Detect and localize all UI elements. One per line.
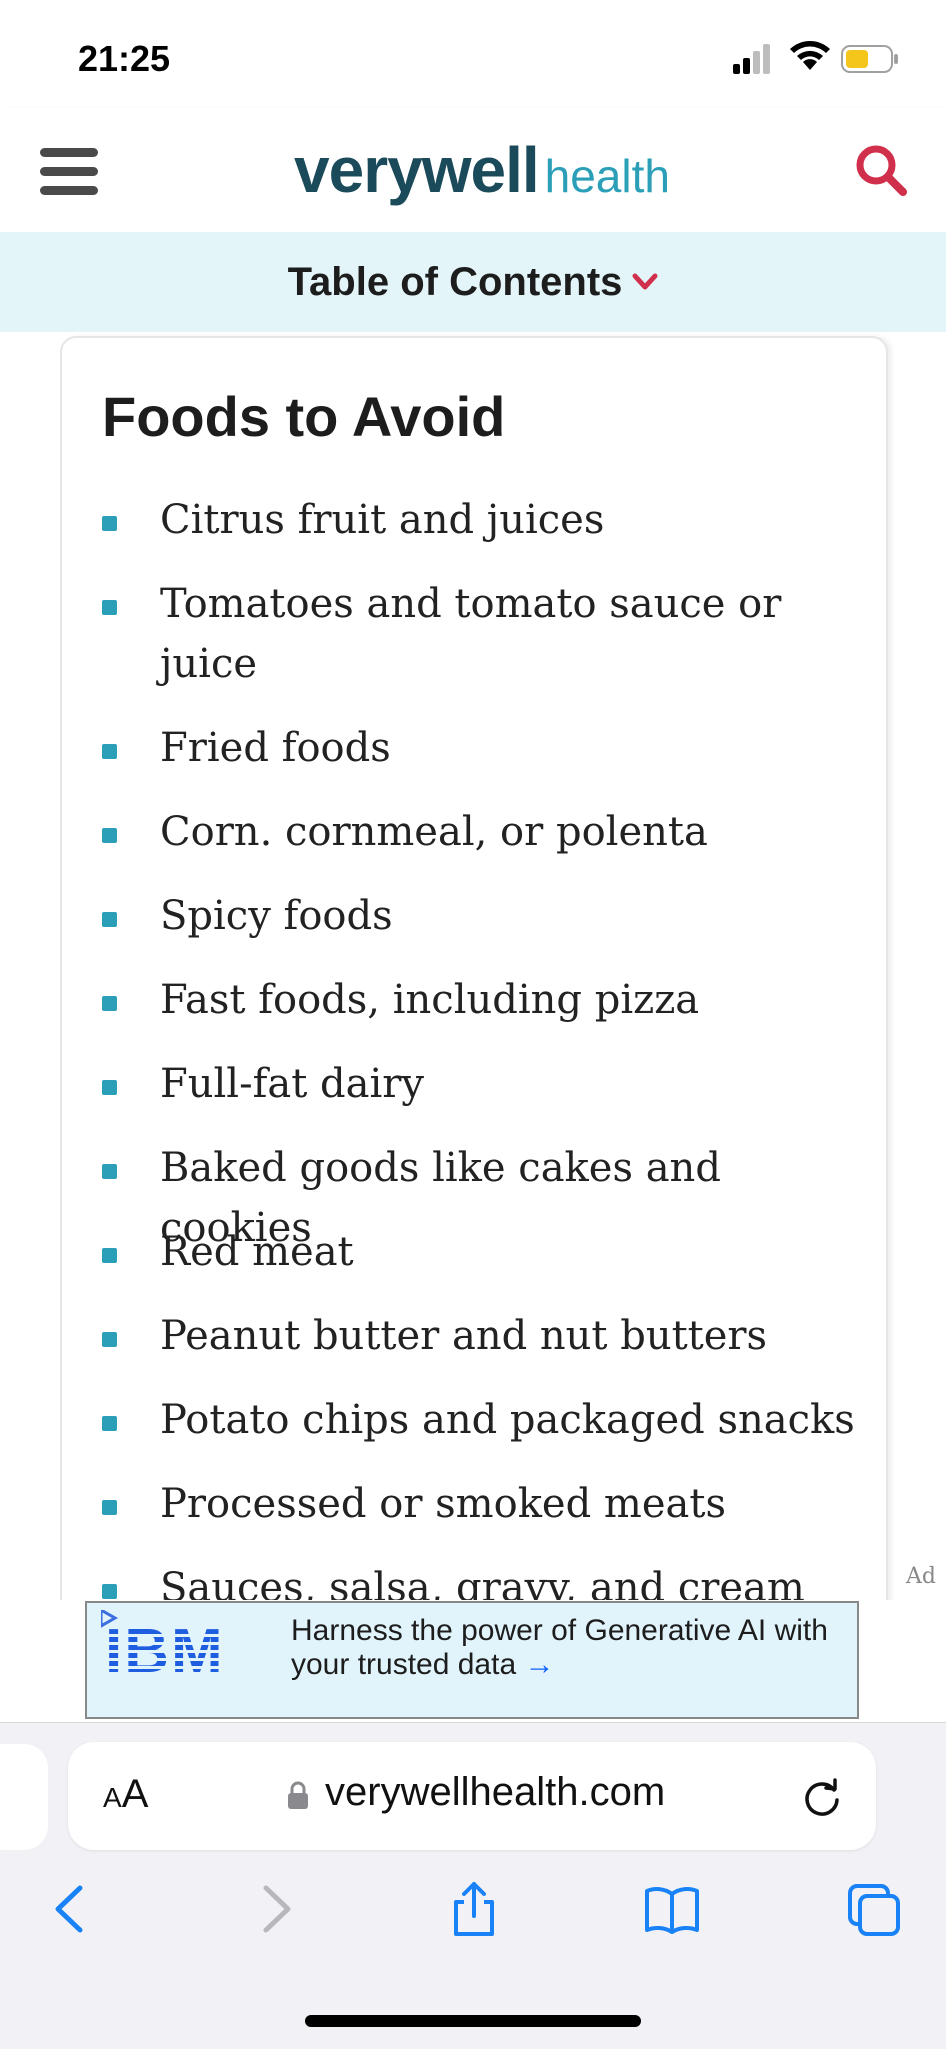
search-icon[interactable] (853, 142, 909, 198)
bullet-icon (102, 600, 117, 615)
bullet-icon (102, 1164, 117, 1179)
ad-label: Ad (906, 1564, 936, 1589)
url-text[interactable]: verywellhealth.com (325, 1770, 665, 1815)
share-icon[interactable] (446, 1880, 502, 1938)
bullet-icon (102, 912, 117, 927)
battery-icon (841, 45, 898, 73)
list-item-text: Full-fat dairy (160, 1061, 425, 1107)
bullet-icon (102, 1080, 117, 1095)
list-item-text: Corn. cornmeal, or polenta (160, 809, 708, 855)
bullet-icon (102, 744, 117, 759)
list-item-text: Red meat (160, 1229, 354, 1275)
ad-text[interactable]: Harness the power of Generative AI with … (291, 1614, 831, 1682)
list-item-text: Spicy foods (160, 893, 393, 939)
list-item-text: Processed or smoked meats (160, 1481, 726, 1527)
toc-label: Table of Contents (287, 259, 623, 304)
section-title: Foods to Avoid (102, 385, 506, 448)
bullet-icon (102, 996, 117, 1011)
previous-tab-edge[interactable] (0, 1744, 48, 1850)
bullet-icon (102, 1584, 117, 1599)
list-item-text: Fried foods (160, 725, 391, 771)
logo-secondary: health (544, 150, 670, 202)
back-arrow-icon[interactable] (44, 1880, 100, 1938)
article-content: Foods to Avoid Citrus fruit and juices T… (0, 332, 946, 1600)
arrow-right-icon: → (524, 1648, 555, 1681)
tabs-icon[interactable] (846, 1880, 902, 1938)
lock-icon (288, 1781, 308, 1809)
bullet-icon (102, 1500, 117, 1515)
reader-text-size-button[interactable]: AA (103, 1772, 148, 1817)
hamburger-menu-icon[interactable] (38, 146, 100, 198)
aa-small: A (103, 1782, 122, 1813)
home-indicator (305, 2015, 641, 2027)
bullet-icon (102, 828, 117, 843)
list-item-text: Potato chips and packaged snacks (160, 1397, 855, 1443)
chevron-down-icon (632, 273, 658, 290)
list-item-text: Citrus fruit and juices (160, 497, 605, 543)
list-item-text: Fast foods, including pizza (160, 977, 700, 1023)
bullet-icon (102, 1416, 117, 1431)
wifi-icon (790, 41, 830, 70)
bullet-icon (102, 1332, 117, 1347)
reload-icon[interactable] (800, 1776, 844, 1820)
status-time: 21:25 (78, 38, 171, 79)
list-item-text: Sauces, salsa, gravy, and cream (160, 1565, 805, 1600)
list-item-text: Tomatoes and tomato sauce or juice (160, 581, 782, 687)
bookmarks-icon[interactable] (644, 1880, 700, 1938)
ad-copy: Harness the power of Generative AI with … (291, 1614, 828, 1681)
table-of-contents-toggle[interactable]: Table of Contents (0, 232, 946, 332)
cellular-signal-icon (733, 44, 770, 74)
bullet-icon (102, 1248, 117, 1263)
ibm-logo[interactable]: IBM (101, 1610, 269, 1686)
bullet-icon (102, 516, 117, 531)
list-item-text: Peanut butter and nut butters (160, 1313, 768, 1359)
site-logo[interactable]: verywell health (294, 130, 670, 216)
aa-large: A (121, 1772, 149, 1816)
forward-arrow-icon[interactable] (246, 1880, 302, 1938)
logo-primary: verywell (294, 134, 540, 206)
